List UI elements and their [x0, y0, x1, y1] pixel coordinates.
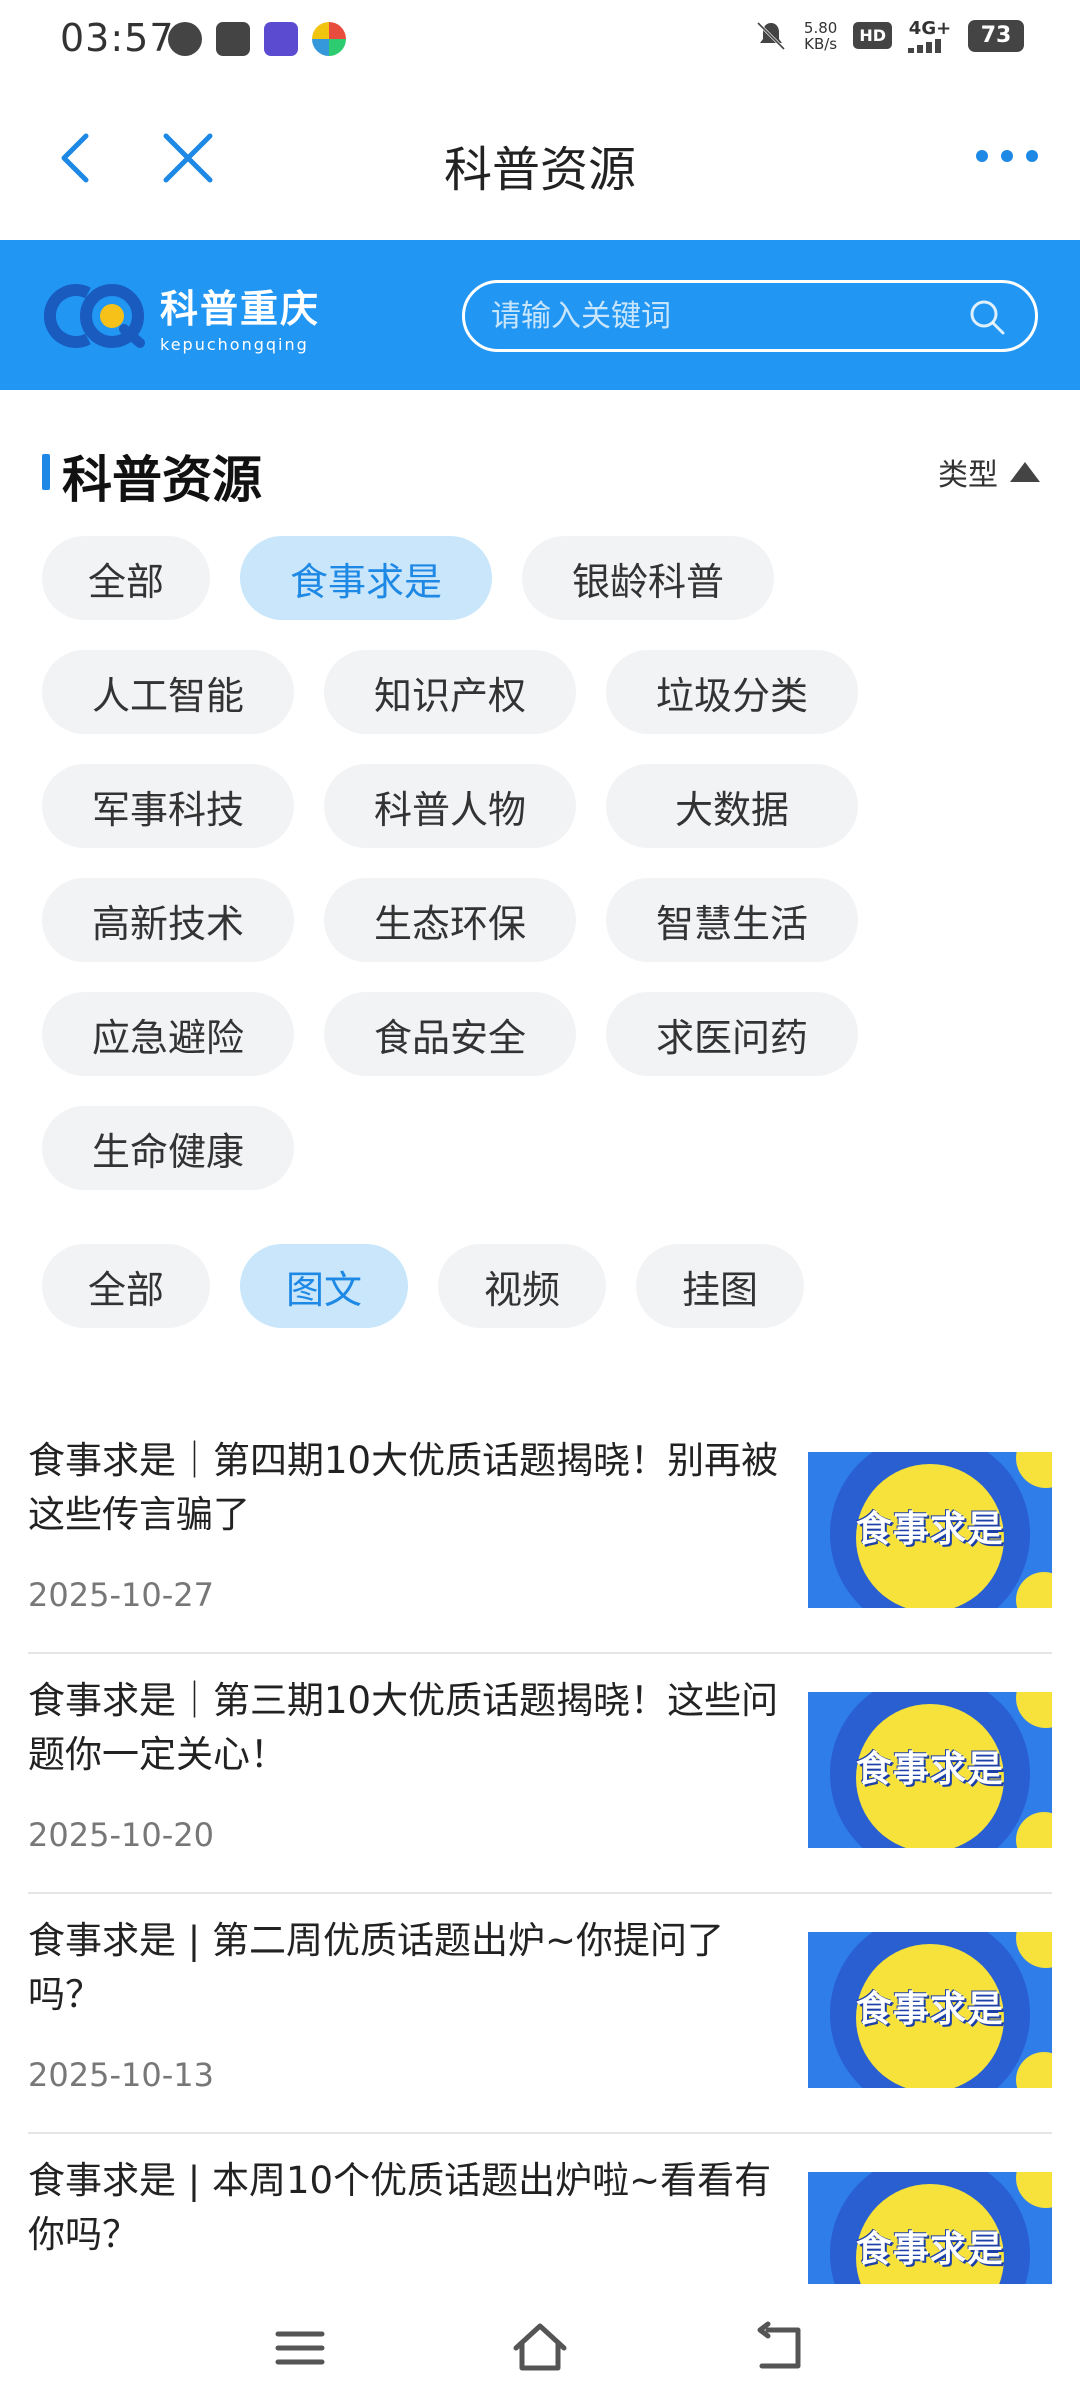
- chip-type[interactable]: 全部: [42, 1244, 210, 1328]
- chip-type-active[interactable]: 图文: [240, 1244, 408, 1328]
- chip-type[interactable]: 视频: [438, 1244, 606, 1328]
- network-type: 4G+: [908, 18, 952, 39]
- mute-icon: [756, 21, 785, 50]
- category-filter: 全部 食事求是 银龄科普 人工智能 知识产权 垃圾分类 军事科技 科普人物 大数…: [42, 536, 1042, 1190]
- caret-up-icon: [1010, 462, 1040, 482]
- search-input[interactable]: [491, 293, 951, 339]
- page-title: 科普资源: [443, 142, 636, 198]
- logo-cn: 科普重庆: [160, 287, 321, 331]
- status-bar: 03:57 5.80 KB/s HD 4G+ 73: [0, 0, 1080, 84]
- chip-category[interactable]: 高新技术: [42, 878, 294, 962]
- chat-icon: [168, 22, 202, 56]
- chip-category[interactable]: 垃圾分类: [606, 650, 858, 734]
- chip-category[interactable]: 食品安全: [324, 992, 576, 1076]
- chip-category[interactable]: 全部: [42, 536, 210, 620]
- colorful-app-icon: [312, 22, 346, 56]
- section-title: 科普资源: [62, 451, 262, 509]
- chip-category[interactable]: 求医问药: [606, 992, 858, 1076]
- hd-badge: HD: [853, 22, 892, 49]
- back-nav-icon[interactable]: [750, 2318, 810, 2378]
- chip-category[interactable]: 智慧生活: [606, 878, 858, 962]
- article-item[interactable]: 食事求是｜第四期10大优质话题揭晓！别再被这些传言骗了 2025-10-27 食…: [28, 1414, 1052, 1654]
- article-title: 食事求是｜第三期10大优质话题揭晓！这些问题你一定关心！: [28, 1679, 779, 1776]
- status-left-icons: [168, 22, 346, 56]
- chip-category[interactable]: 大数据: [606, 764, 858, 848]
- article-list: 食事求是｜第四期10大优质话题揭晓！别再被这些传言骗了 2025-10-27 食…: [28, 1414, 1052, 2334]
- article-title: 食事求是｜第四期10大优质话题揭晓！别再被这些传言骗了: [28, 1439, 779, 1536]
- type-toggle[interactable]: 类型: [938, 450, 1040, 494]
- battery-icon: 73: [968, 19, 1024, 52]
- net-speed-unit: KB/s: [804, 34, 838, 53]
- article-item[interactable]: 食事求是 | 第二周优质话题出炉~你提问了吗？ 2025-10-13 食事求是: [28, 1894, 1052, 2134]
- logo-text: 科普重庆 kepuchongqing: [160, 278, 320, 354]
- chip-category[interactable]: 科普人物: [324, 764, 576, 848]
- chip-category[interactable]: 人工智能: [42, 650, 294, 734]
- menu-icon[interactable]: [270, 2318, 330, 2378]
- net-speed-value: 5.80: [803, 18, 838, 37]
- chip-category[interactable]: 知识产权: [324, 650, 576, 734]
- signal-bars-icon: [908, 39, 941, 53]
- chip-category[interactable]: 应急避险: [42, 992, 294, 1076]
- thumbnail-text: 食事求是: [855, 1989, 1004, 2030]
- status-right: 5.80 KB/s HD 4G+ 73: [754, 18, 1024, 53]
- search-icon[interactable]: [967, 297, 1007, 337]
- thumbnail-text: 食事求是: [855, 2229, 1004, 2270]
- more-icon[interactable]: [972, 136, 1042, 176]
- thumbnail-text: 食事求是: [855, 1749, 1004, 1790]
- article-date: 2025-10-13: [28, 2056, 214, 2094]
- thumbnail-text: 食事求是: [855, 1509, 1004, 1550]
- section-header: 科普资源 类型: [40, 440, 1040, 509]
- article-title: 食事求是 | 第二周优质话题出炉~你提问了吗？: [28, 1919, 724, 2016]
- type-label: 类型: [938, 458, 998, 493]
- article-thumbnail: 食事求是: [808, 1692, 1052, 1848]
- chip-type[interactable]: 挂图: [636, 1244, 804, 1328]
- chip-category[interactable]: 生态环保: [324, 878, 576, 962]
- article-title: 食事求是 | 本周10个优质话题出炉啦~看看有你吗？: [28, 2159, 772, 2256]
- net-speed: 5.80 KB/s: [804, 20, 837, 52]
- chip-category-active[interactable]: 食事求是: [240, 536, 492, 620]
- battery-level: 73: [980, 23, 1012, 48]
- section-accent-bar: [42, 454, 50, 490]
- article-date: 2025-10-27: [28, 1576, 214, 1614]
- article-thumbnail: 食事求是: [808, 1452, 1052, 1608]
- article-date: 2025-10-20: [28, 1816, 214, 1854]
- article-item[interactable]: 食事求是｜第三期10大优质话题揭晓！这些问题你一定关心！ 2025-10-20 …: [28, 1654, 1052, 1894]
- article-thumbnail: 食事求是: [808, 1932, 1052, 2088]
- chip-category[interactable]: 生命健康: [42, 1106, 294, 1190]
- logo-en: kepuchongqing: [160, 335, 309, 354]
- site-logo[interactable]: 科普重庆 kepuchongqing: [44, 276, 320, 356]
- chip-category[interactable]: 军事科技: [42, 764, 294, 848]
- system-nav-bar: [0, 2284, 1080, 2408]
- home-icon[interactable]: [510, 2318, 570, 2378]
- app-icon: [264, 22, 298, 56]
- status-time: 03:57: [60, 16, 175, 60]
- app-header: 科普资源: [0, 84, 1080, 240]
- message-icon: [216, 22, 250, 56]
- logo-mark-icon: [44, 284, 145, 348]
- search-box[interactable]: [462, 280, 1038, 352]
- banner: 科普重庆 kepuchongqing: [0, 240, 1080, 390]
- content-type-filter: 全部 图文 视频 挂图: [42, 1244, 1042, 1328]
- chip-category[interactable]: 银龄科普: [522, 536, 774, 620]
- signal-icon: 4G+: [908, 18, 952, 53]
